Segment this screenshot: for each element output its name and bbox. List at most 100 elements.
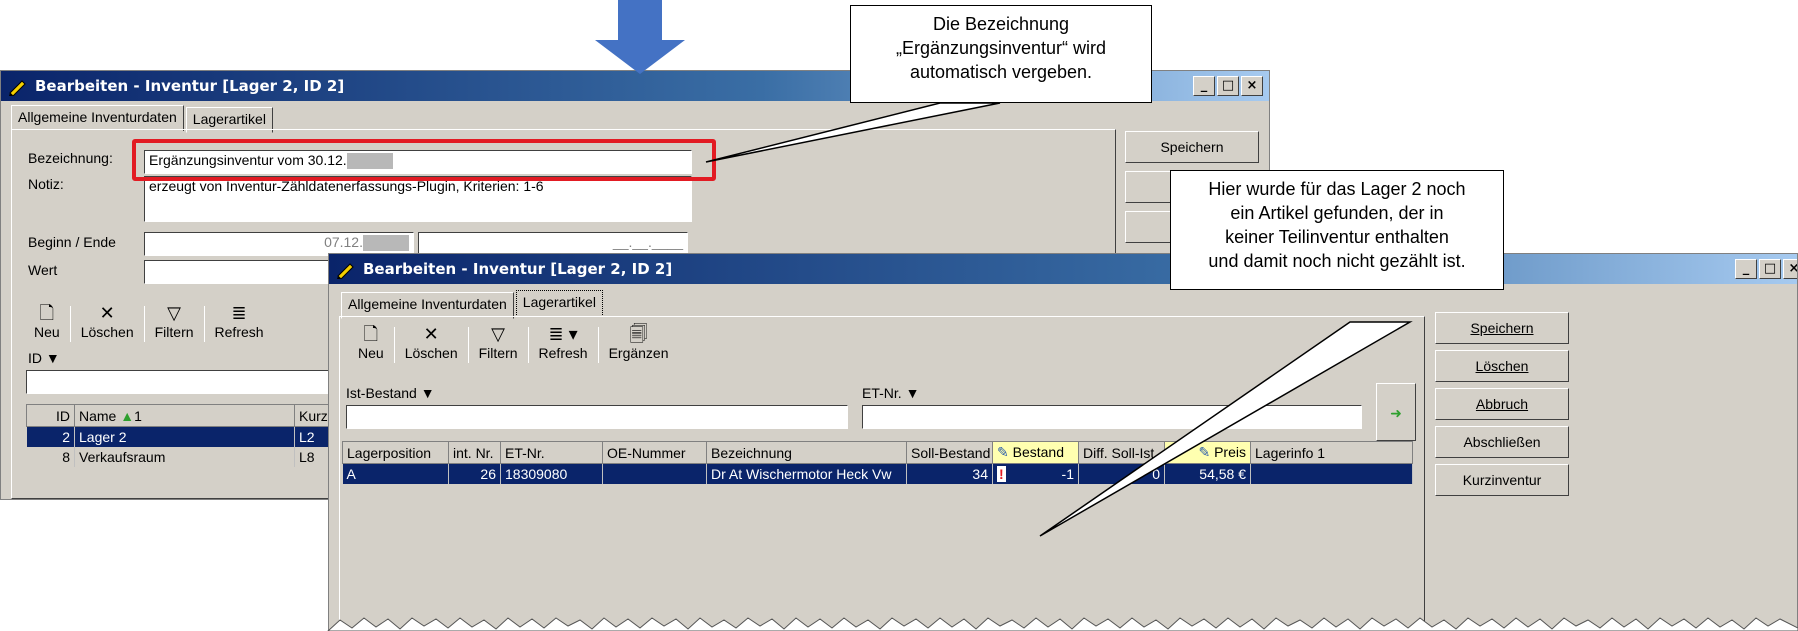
cell-et-nr: 18309080 [500,463,603,484]
cell-oe-nummer [602,463,707,484]
lagerartikel-panel: 🗋 Neu ✕ Löschen ▽ Filtern ≣ ▾ Refresh 🗐 Ergän… [339,316,1425,630]
column-header-bestand[interactable]: ✎ Bestand [992,441,1079,464]
beginn-value: 07.12. [324,234,363,250]
edit-pencil-icon: ✎ [1198,444,1211,460]
callout-line: „Ergänzungsinventur“ wird [895,38,1107,58]
kurzinventur-button[interactable]: Kurzinventur [1435,464,1569,496]
column-header-lagerinfo-1[interactable]: Lagerinfo 1 [1250,441,1413,464]
refresh-icon: ≣ ▾ [548,324,578,344]
delete-label: Löschen [1475,358,1529,374]
sort-index: 1 [134,407,142,424]
filter-funnel-icon: ▽ [491,324,505,344]
refresh-button[interactable]: ≣ ▾ Refresh [529,323,598,361]
close-button[interactable]: × [1241,76,1263,96]
window-title: Bearbeiten - Inventur [Lager 2, ID 2] [363,260,673,278]
bestand-value: -1 [1061,465,1074,482]
new-label: Neu [358,345,384,361]
cell-bestand[interactable]: ! -1 [992,463,1079,484]
cell-int-nr: 26 [448,463,501,484]
callout-bezeichnung: Die Bezeichnung „Ergänzungsinventur“ wir… [850,5,1152,103]
cell-lagerinfo-1 [1250,463,1413,484]
chevron-down-icon: ▼ [905,385,920,401]
cell-name: Lager 2 [74,426,295,447]
ist-bestand-filter-label[interactable]: Ist-Bestand ▼ [346,385,435,401]
id-filter-label[interactable]: ID ▼ [28,350,60,366]
column-header-name[interactable]: Name ▲1 [74,404,295,427]
window-titlebar[interactable]: Bearbeiten - Inventur [Lager 2, ID 2] _ … [329,254,1797,284]
delete-label: Löschen [404,345,458,361]
header-text: Lagerposition [347,444,432,461]
tab-allgemeine-inventurdaten[interactable]: Allgemeine Inventurdaten [341,292,514,319]
column-header-oe-nummer[interactable]: OE-Nummer [602,441,707,464]
finish-button[interactable]: Abschließen [1435,426,1569,458]
new-button[interactable]: 🗋 Neu [348,323,394,361]
tab-allgemeine-inventurdaten[interactable]: Allgemeine Inventurdaten [11,105,184,131]
table-row[interactable]: A 26 18309080 Dr At Wischermotor Heck Vw… [342,463,1413,484]
column-header-preis[interactable]: ✎ Preis [1164,441,1251,464]
column-header-soll-bestand[interactable]: Soll-Bestand [906,441,993,464]
filter-funnel-icon: ▽ [167,303,181,323]
column-header-id[interactable]: ID [26,404,75,427]
lagerartikel-table: Lagerposition int. Nr. ET-Nr. OE-Nummer … [342,441,1413,484]
beginn-ende-label: Beginn / Ende [28,234,116,250]
column-header-et-nr[interactable]: ET-Nr. [500,441,603,464]
add-document-icon: 🗐 [629,324,648,344]
cell-lagerposition: A [342,463,449,484]
minimize-button[interactable]: _ [1193,76,1215,96]
arrow-right-icon: ➜ [1390,405,1402,421]
delete-label: Löschen [80,324,134,340]
sort-up-icon: ▲ [120,407,135,424]
header-text: ET-Nr. [505,444,545,461]
callout-line: Hier wurde für das Lager 2 noch [1208,179,1466,199]
abort-label: Abbruch [1475,396,1529,412]
minimize-button[interactable]: _ [1735,259,1757,279]
pencil-icon [9,80,26,96]
column-header-bezeichnung[interactable]: Bezeichnung [706,441,907,464]
ist-bestand-filter-input[interactable] [346,405,848,429]
abort-button[interactable]: Abbruch [1435,388,1569,420]
save-button[interactable]: Speichern [1125,131,1259,163]
cell-name: Verkaufsraum [74,446,295,467]
edit-pencil-icon: ✎ [997,444,1009,460]
wert-field[interactable] [144,260,344,284]
header-text: Lagerinfo 1 [1255,444,1326,461]
notiz-field[interactable]: erzeugt von Inventur-Zähldatenerfassungs… [144,176,692,222]
ergaenzen-label: Ergänzen [608,345,669,361]
ergaenzen-button[interactable]: 🗐 Ergänzen [599,323,679,361]
column-header-diff[interactable]: Diff. Soll-Ist [1078,441,1165,464]
callout-artikel: Hier wurde für das Lager 2 noch ein Arti… [1170,170,1504,290]
et-nr-filter-label[interactable]: ET-Nr. ▼ [862,385,919,401]
filter-button[interactable]: ▽ Filtern [469,323,528,361]
filter-button[interactable]: ▽ Filtern [145,302,204,340]
ende-value: __.__.____ [612,234,683,250]
column-header-lagerposition[interactable]: Lagerposition [342,441,449,464]
maximize-button[interactable]: □ [1217,76,1239,96]
cell-id: 2 [26,426,75,447]
chevron-down-icon: ▼ [420,385,435,401]
refresh-button[interactable]: ≣ Refresh [205,302,274,340]
filter-label: Filtern [478,345,518,361]
callout-line: keiner Teilinventur enthalten [1225,227,1449,247]
new-button[interactable]: 🗋 Neu [24,302,70,340]
delete-side-button[interactable]: Löschen [1435,350,1569,382]
chevron-down-icon: ▼ [45,350,60,366]
table-row[interactable]: 2 Lager 2 L2 [26,426,367,447]
column-header-int-nr[interactable]: int. Nr. [448,441,501,464]
new-document-icon: 🗋 [363,324,379,344]
delete-button[interactable]: ✕ Löschen [395,323,468,361]
table-row[interactable]: 8 Verkaufsraum L8 [26,446,367,467]
header-text: OE-Nummer [607,444,686,461]
close-button[interactable]: × [1783,259,1797,279]
tab-lagerartikel[interactable]: Lagerartikel [515,290,603,317]
et-nr-filter-input[interactable] [862,405,1362,429]
cell-soll-bestand: 34 [906,463,993,484]
refresh-label: Refresh [538,345,588,361]
id-filter-input[interactable] [26,370,346,394]
new-label: Neu [34,324,60,340]
warning-flag-icon: ! [997,465,1006,482]
apply-filter-button[interactable]: ➜ [1376,383,1416,441]
save-button[interactable]: Speichern [1435,312,1569,344]
delete-button[interactable]: ✕ Löschen [71,302,144,340]
maximize-button[interactable]: □ [1759,259,1781,279]
filter-text: Ist-Bestand [346,385,417,401]
